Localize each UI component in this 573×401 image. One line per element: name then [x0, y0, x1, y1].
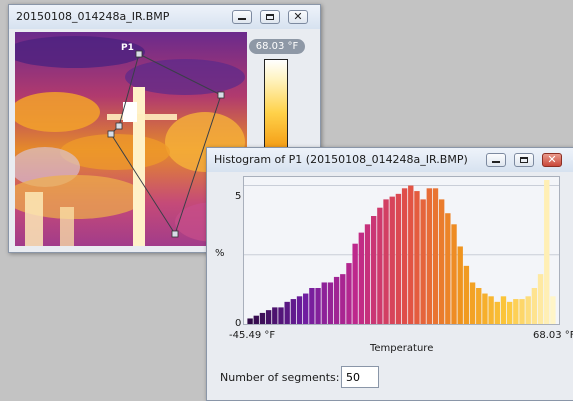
- histogram-bar: [272, 307, 278, 324]
- histogram-bar: [531, 288, 538, 324]
- histogram-bar: [519, 299, 525, 324]
- ir-maximize-button[interactable]: [260, 10, 280, 24]
- segments-input[interactable]: [341, 366, 379, 388]
- hist-maximize-button[interactable]: [514, 153, 534, 167]
- ir-window-titlebar[interactable]: 20150108_014248a_IR.BMP ✕: [9, 5, 320, 29]
- histogram-bar: [296, 296, 303, 324]
- histogram-bar: [420, 199, 426, 324]
- histogram-bar: [544, 180, 550, 324]
- histogram-bar: [414, 191, 420, 324]
- hist-close-button[interactable]: ✕: [542, 153, 562, 167]
- histogram-bar: [389, 196, 395, 324]
- close-icon: ✕: [547, 153, 557, 166]
- histogram-window-title: Histogram of P1 (20150108_014248a_IR.BMP…: [214, 153, 468, 166]
- histogram-bar: [284, 301, 290, 324]
- histogram-bar: [438, 199, 445, 324]
- histogram-bar: [457, 246, 463, 324]
- roi-handle[interactable]: [171, 230, 179, 238]
- histogram-bar: [469, 282, 476, 324]
- minimize-icon: [238, 18, 246, 20]
- histogram-bar: [537, 274, 544, 324]
- histogram-bar: [364, 224, 371, 324]
- histogram-bar: [494, 301, 500, 324]
- histogram-bar: [247, 318, 253, 324]
- histogram-bar: [346, 263, 352, 324]
- maximize-icon: [520, 157, 528, 163]
- ir-window-title: 20150108_014248a_IR.BMP: [16, 10, 170, 23]
- histogram-bar: [426, 188, 432, 324]
- ir-minimize-button[interactable]: [232, 10, 252, 24]
- histogram-bar: [513, 299, 519, 324]
- histogram-bar: [340, 274, 346, 324]
- histogram-bar: [371, 216, 377, 324]
- histogram-bar: [476, 288, 482, 324]
- histogram-bar: [327, 282, 334, 324]
- histogram-bar: [352, 243, 358, 324]
- histogram-window[interactable]: Histogram of P1 (20150108_014248a_IR.BMP…: [206, 147, 573, 401]
- histogram-bar: [333, 276, 340, 324]
- histogram-bar: [506, 301, 513, 324]
- histogram-bar: [377, 207, 383, 324]
- histogram-bar: [550, 296, 556, 324]
- histogram-bar: [278, 307, 284, 324]
- histogram-bar: [408, 185, 414, 324]
- histogram-bar: [525, 296, 531, 324]
- maximize-icon: [266, 14, 274, 20]
- x-max-label: 68.03 °F: [533, 330, 573, 341]
- minimize-icon: [492, 161, 500, 163]
- histogram-bar: [265, 310, 272, 324]
- x-min-label: -45.49 °F: [229, 330, 276, 341]
- histogram-bar: [303, 293, 309, 324]
- hist-minimize-button[interactable]: [486, 153, 506, 167]
- histogram-bar: [395, 193, 402, 324]
- histogram-bar: [309, 288, 315, 324]
- max-temp-badge: 68.03 °F: [249, 39, 305, 54]
- histogram-bar: [358, 232, 365, 324]
- histogram-bar: [259, 312, 266, 324]
- segments-label: Number of segments:: [220, 371, 340, 384]
- x-axis-label: Temperature: [370, 343, 434, 354]
- histogram-bar: [432, 188, 439, 324]
- roi-handle[interactable]: [107, 130, 115, 138]
- roi-handle[interactable]: [217, 91, 225, 99]
- histogram-chart: [244, 180, 559, 324]
- roi-label: P1: [121, 43, 134, 53]
- histogram-bar: [383, 199, 389, 324]
- histogram-bar: [500, 296, 507, 324]
- histogram-bar: [463, 265, 470, 324]
- histogram-bar: [321, 282, 327, 324]
- histogram-plot: [243, 176, 560, 325]
- histogram-bar: [451, 224, 457, 324]
- roi-handle[interactable]: [135, 50, 143, 58]
- roi-handle[interactable]: [115, 122, 123, 130]
- y-tick-0: 0: [235, 318, 242, 329]
- histogram-window-titlebar[interactable]: Histogram of P1 (20150108_014248a_IR.BMP…: [207, 148, 573, 172]
- histogram-bar: [482, 293, 488, 324]
- close-icon: ✕: [293, 10, 303, 23]
- histogram-bar: [253, 315, 259, 324]
- histogram-bar: [401, 188, 408, 324]
- y-tick-5: 5: [235, 191, 242, 202]
- histogram-bar: [315, 288, 321, 324]
- histogram-bar: [445, 213, 451, 324]
- histogram-bar: [290, 299, 297, 324]
- histogram-bar: [488, 296, 494, 324]
- ir-close-button[interactable]: ✕: [288, 10, 308, 24]
- y-axis-label: %: [215, 248, 225, 259]
